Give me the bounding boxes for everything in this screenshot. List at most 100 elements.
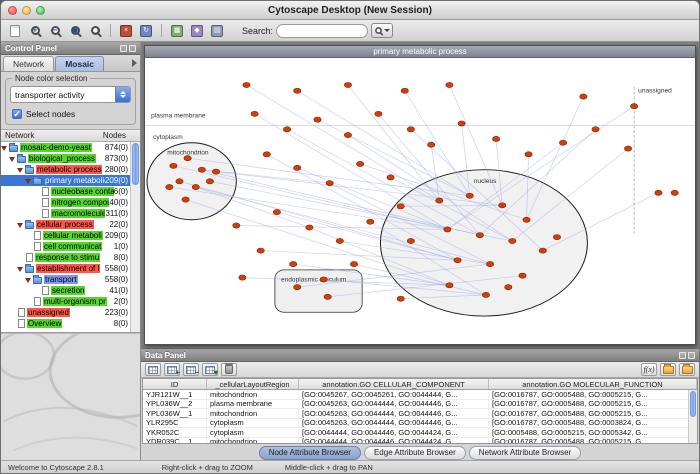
table-cell[interactable]: [GO:0005488, GO:0005215, GO:0005342, G..…	[489, 428, 697, 437]
tree-scrollbar[interactable]	[130, 142, 140, 332]
minimize-window-icon[interactable]	[22, 6, 31, 15]
birdseye-view[interactable]	[1, 333, 140, 460]
table-cell[interactable]: cytoplasm	[207, 428, 299, 437]
table-cell[interactable]: YJR121W__1	[143, 390, 207, 399]
tree-row-cellular-metaboli[interactable]: cellular metaboli209(0)	[1, 230, 130, 241]
tab-mosaic[interactable]: Mosaic	[55, 56, 104, 71]
search-options-button[interactable]	[371, 23, 393, 38]
table-cell[interactable]: mitochondrion	[207, 390, 299, 399]
tree-scrollbar-thumb[interactable]	[132, 143, 139, 185]
table-cell[interactable]: [GO:0045263, GO:0044444, GO:0044446, G..…	[299, 419, 489, 428]
node-color-dropdown[interactable]: transporter activity	[10, 86, 131, 103]
column-header-annotation-go-molecular-function[interactable]: annotation.GO MOLECULAR_FUNCTION	[489, 379, 697, 389]
tab-network-attribute-browser[interactable]: Network Attribute Browser	[469, 446, 581, 460]
tree-column-network[interactable]: Network	[5, 131, 34, 140]
close-data-panel-icon[interactable]	[688, 352, 695, 359]
tab-scroll-right-icon[interactable]	[132, 59, 137, 67]
destroy-view-icon[interactable]: ×	[117, 22, 135, 39]
table-cell[interactable]: [GO:0044444, GO:0044446, GO:0044424, G..…	[299, 438, 489, 445]
table-row[interactable]: YPL036W__2plasma membrane[GO:0045263, GO…	[143, 400, 697, 410]
tree-row-secretion[interactable]: secretion41(0)	[1, 285, 130, 296]
table-cell[interactable]: YKR052C	[143, 428, 207, 437]
float-panel-icon[interactable]	[120, 45, 127, 52]
table-cell[interactable]: YLR295C	[143, 419, 207, 428]
expander-icon[interactable]	[25, 275, 33, 284]
tree-row-nucleobase-conta[interactable]: nucleobase conta6(0)	[1, 186, 130, 197]
tab-edge-attribute-browser[interactable]: Edge Attribute Browser	[364, 446, 466, 460]
apply-layout-icon[interactable]: ↻	[137, 22, 155, 39]
zoom-selected-icon[interactable]: ▣	[66, 22, 84, 39]
table-cell[interactable]: YDR039C__1	[143, 438, 207, 445]
formula-builder-icon[interactable]: f(x)	[641, 363, 657, 376]
plugins-icon[interactable]: ▤	[208, 22, 226, 39]
tree-row-unassigned[interactable]: unassigned223(0)	[1, 307, 130, 318]
zoom-in-icon[interactable]: +	[26, 22, 44, 39]
expander-icon[interactable]	[9, 154, 17, 163]
table-cell[interactable]: cytoplasm	[207, 419, 299, 428]
tree-row-biological-process[interactable]: biological_process873(0)	[1, 153, 130, 164]
tree-row-response-to-stimu[interactable]: response to stimu8(0)	[1, 252, 130, 263]
table-cell[interactable]: [GO:0045263, GO:0044444, GO:0044446, G..…	[299, 400, 489, 409]
import-attributes-icon[interactable]	[660, 363, 676, 376]
close-panel-icon[interactable]	[129, 45, 136, 52]
zoom-fit-icon[interactable]: □	[86, 22, 104, 39]
table-scrollbar[interactable]	[688, 390, 697, 443]
table-cell[interactable]: mitochondrion	[207, 409, 299, 418]
zoom-out-icon[interactable]: −	[46, 22, 64, 39]
table-row[interactable]: YLR295Ccytoplasm[GO:0045263, GO:0044444,…	[143, 419, 697, 429]
search-input[interactable]	[276, 24, 368, 38]
expander-icon[interactable]	[17, 165, 25, 174]
title-bar[interactable]: Cytoscape Desktop (New Session)	[1, 1, 699, 20]
delete-attribute-icon[interactable]: −	[183, 363, 199, 376]
tree-row-primary-metabolic-proce[interactable]: primary metabolic proce209(0)	[1, 175, 130, 186]
table-cell[interactable]: YPL036W__1	[143, 409, 207, 418]
column-header-annotation-go-cellular-component[interactable]: annotation.GO CELLULAR_COMPONENT	[299, 379, 489, 389]
clear-table-icon[interactable]	[221, 363, 237, 376]
table-row[interactable]: YPL036W__1mitochondrion[GO:0045263, GO:0…	[143, 409, 697, 419]
tree-row-establishment-of-l[interactable]: establishment of l558(0)	[1, 263, 130, 274]
tree-row-overview[interactable]: Overview8(0)	[1, 318, 130, 329]
table-scrollbar-thumb[interactable]	[690, 391, 696, 417]
tab-node-attribute-browser[interactable]: Node Attribute Browser	[259, 446, 361, 460]
network-view-frame[interactable]: primary metabolic process plasma membran…	[144, 45, 696, 345]
expander-icon[interactable]	[25, 176, 33, 185]
tab-network[interactable]: Network	[3, 56, 54, 71]
close-window-icon[interactable]	[8, 6, 17, 15]
table-cell[interactable]: [GO:0045267, GO:0045261, GO:0044444, G..…	[299, 390, 489, 399]
table-row[interactable]: YDR039C__1mitochondrion[GO:0044444, GO:0…	[143, 438, 697, 445]
attribute-batch-icon[interactable]: ▾	[202, 363, 218, 376]
tree-row-transport[interactable]: transport558(0)	[1, 274, 130, 285]
tree-row-mosaic-demo-yeast[interactable]: mosaic-demo-yeast874(0)	[1, 142, 130, 153]
table-cell[interactable]: [GO:0016787, GO:0005488, GO:0005215, G..…	[489, 409, 697, 418]
table-cell[interactable]: plasma membrane	[207, 400, 299, 409]
expander-icon[interactable]	[17, 264, 25, 273]
zoom-window-icon[interactable]	[36, 6, 45, 15]
tree-row-macromolecule[interactable]: macromolecule311(0)	[1, 208, 130, 219]
tree-row-metabolic-process[interactable]: metabolic process280(0)	[1, 164, 130, 175]
vizmapper-icon[interactable]: ◆	[188, 22, 206, 39]
tree-row-multi-organism-pr[interactable]: multi-organism pr2(0)	[1, 296, 130, 307]
table-cell[interactable]: mitochondrion	[207, 438, 299, 445]
float-data-panel-icon[interactable]	[679, 352, 686, 359]
table-cell[interactable]: YPL036W__2	[143, 400, 207, 409]
table-row[interactable]: YJR121W__1mitochondrion[GO:0045267, GO:0…	[143, 390, 697, 400]
table-cell[interactable]: [GO:0045263, GO:0044444, GO:0044446, G..…	[299, 409, 489, 418]
open-attribute-file-icon[interactable]	[679, 363, 695, 376]
column-header-id[interactable]: ID	[143, 379, 207, 389]
select-nodes-checkbox[interactable]	[12, 109, 22, 119]
table-cell[interactable]: [GO:0044444, GO:0044446, GO:0044424, G..…	[299, 428, 489, 437]
create-attribute-icon[interactable]: +	[164, 363, 180, 376]
network-canvas[interactable]: plasma membranecytoplasmmitochondrionnuc…	[145, 58, 695, 344]
tree-column-nodes[interactable]: Nodes	[103, 131, 126, 140]
annotation-tool-icon[interactable]	[6, 22, 24, 39]
tree-row-nitrogen-compou[interactable]: nitrogen compou40(0)	[1, 197, 130, 208]
tree-row-cellular-process[interactable]: cellular process22(0)	[1, 219, 130, 230]
table-row[interactable]: YKR052Ccytoplasm[GO:0044444, GO:0044446,…	[143, 428, 697, 438]
network-view-title-bar[interactable]: primary metabolic process	[145, 46, 695, 58]
table-cell[interactable]: [GO:0016787, GO:0005488, GO:0005215, G..…	[489, 390, 697, 399]
table-cell[interactable]: [GO:0016787, GO:0005488, GO:0003824, G..…	[489, 419, 697, 428]
new-network-icon[interactable]: ▦	[168, 22, 186, 39]
tree-row-cell-communicat[interactable]: cell communicat1(0)	[1, 241, 130, 252]
expander-icon[interactable]	[1, 143, 9, 152]
expander-icon[interactable]	[17, 220, 25, 229]
